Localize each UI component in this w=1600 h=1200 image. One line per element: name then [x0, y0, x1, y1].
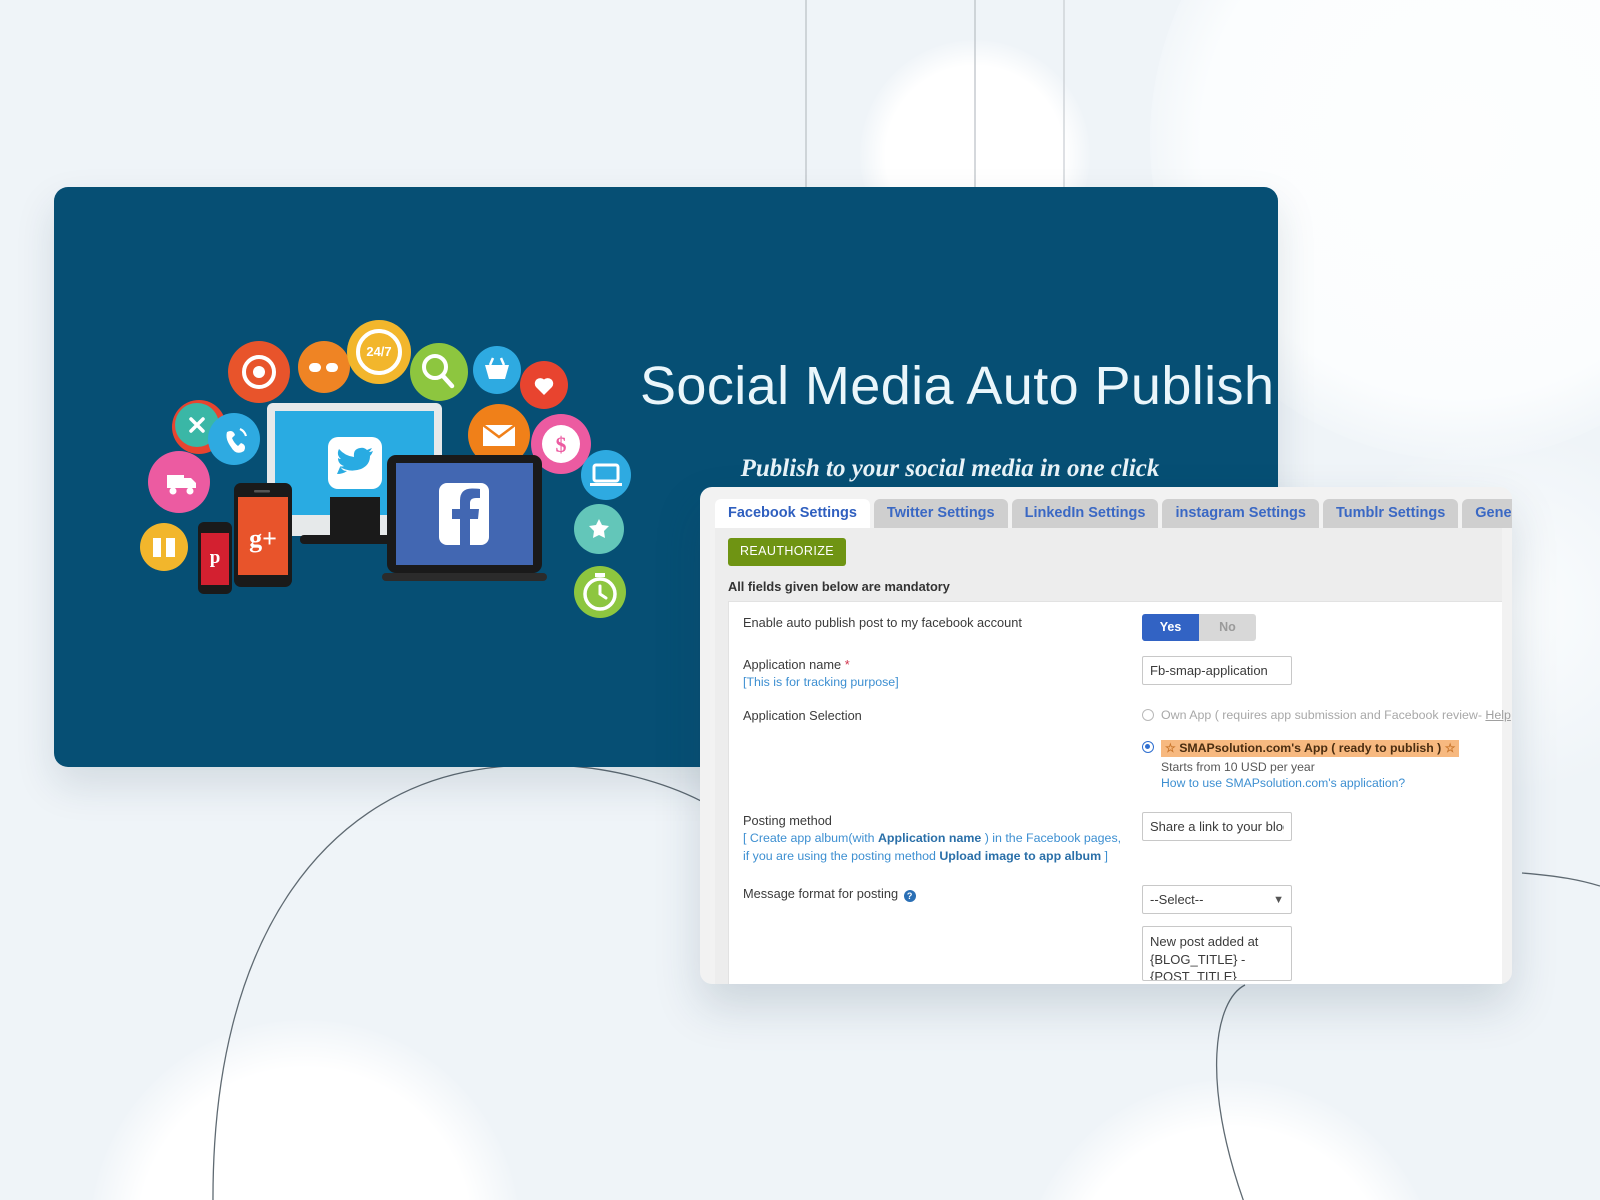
facebook-settings-form: Enable auto publish post to my facebook …: [728, 600, 1511, 984]
message-format-textarea[interactable]: New post added at {BLOG_TITLE} - {POST_T…: [1142, 926, 1292, 982]
application-name-hint: [This is for tracking purpose]: [743, 675, 899, 690]
help-link[interactable]: Help: [1485, 708, 1510, 722]
message-format-label: Message format for posting ?: [743, 885, 1128, 903]
enable-auto-publish-toggle[interactable]: Yes No: [1142, 613, 1256, 641]
message-format-selected-value: --Select--: [1150, 892, 1204, 908]
tab-general-settings[interactable]: General Settings: [1462, 498, 1512, 528]
star-left-icon: ☆: [1165, 741, 1176, 756]
toggle-no[interactable]: No: [1199, 613, 1256, 641]
page-title: Social Media Auto Publish: [640, 356, 1275, 416]
settings-tabs: Facebook Settings Twitter Settings Linke…: [715, 495, 1512, 528]
row-application-selection: Application Selection Own App ( requires…: [729, 707, 1511, 790]
posting-method-input[interactable]: [1142, 812, 1292, 842]
tab-twitter-settings[interactable]: Twitter Settings: [873, 498, 1008, 528]
message-format-label-text: Message format for posting: [743, 886, 899, 902]
posting-method-hint-line2: if you are using the posting method Uplo…: [743, 848, 1128, 866]
own-app-label: Own App ( requires app submission and Fa…: [1161, 708, 1482, 723]
tab-panel-facebook: REAUTHORIZE All fields given below are m…: [715, 528, 1511, 984]
smap-app-label: SMAPsolution.com's App ( ready to publis…: [1179, 741, 1442, 756]
tab-tumblr-settings[interactable]: Tumblr Settings: [1322, 498, 1459, 528]
hint2a: if you are using the posting method: [743, 849, 940, 864]
row-application-name: Application name * [This is for tracking…: [729, 656, 1502, 692]
tab-facebook-settings[interactable]: Facebook Settings: [715, 498, 870, 528]
hint1b: Application name: [877, 831, 982, 846]
message-format-select[interactable]: --Select-- ▼: [1142, 885, 1292, 915]
enable-auto-publish-label: Enable auto publish post to my facebook …: [743, 614, 1022, 630]
svg-text:g+: g+: [249, 524, 277, 553]
social-media-illustration: 24/7 $ g+ p: [140, 320, 631, 618]
toggle-yes[interactable]: Yes: [1142, 613, 1199, 641]
reauthorize-button[interactable]: REAUTHORIZE: [728, 538, 846, 566]
smap-app-howto-link[interactable]: How to use SMAPsolution.com's applicatio…: [1161, 776, 1512, 790]
glasses-icon: [298, 341, 350, 393]
radio-option-smap-app[interactable]: ☆ SMAPsolution.com's App ( ready to publ…: [1142, 739, 1512, 758]
svg-text:24/7: 24/7: [366, 344, 391, 359]
required-marker: *: [844, 657, 850, 672]
smap-app-block: ☆ SMAPsolution.com's App ( ready to publ…: [1161, 739, 1460, 758]
chevron-down-icon: ▼: [1273, 893, 1284, 906]
posting-method-hint-line1: [ Create app album(with Application name…: [743, 830, 1128, 848]
hero-subtitle: Publish to your social media in one clic…: [740, 455, 1160, 482]
star-right-icon: ☆: [1444, 741, 1456, 756]
hint1a: [ Create app album(with: [743, 831, 878, 846]
phone-ring-icon: [208, 413, 260, 465]
hint2b: Upload image to app album: [939, 849, 1102, 864]
posting-method-label: Posting method: [743, 813, 832, 829]
radio-option-own-app[interactable]: Own App ( requires app submission and Fa…: [1142, 707, 1512, 723]
search-icon: [410, 343, 468, 401]
application-selection-label: Application Selection: [743, 708, 862, 724]
mandatory-fields-note: All fields given below are mandatory: [728, 578, 950, 594]
tab-instagram-settings[interactable]: instagram Settings: [1162, 498, 1319, 528]
row-message-format: Message format for posting ? --Select-- …: [729, 885, 1502, 984]
row-enable-auto-publish: Enable auto publish post to my facebook …: [729, 613, 1502, 641]
radio-own-app[interactable]: [1142, 709, 1154, 722]
tab-linkedin-settings[interactable]: LinkedIn Settings: [1011, 498, 1159, 528]
svg-text:$: $: [556, 432, 567, 457]
smap-app-highlight: ☆ SMAPsolution.com's App ( ready to publ…: [1161, 740, 1460, 758]
application-name-label: Application name *: [743, 656, 1128, 674]
hint1c: ) in the Facebook pages,: [981, 831, 1122, 846]
help-icon[interactable]: ?: [903, 890, 916, 903]
application-name-label-text: Application name: [743, 657, 842, 672]
settings-panel: Facebook Settings Twitter Settings Linke…: [700, 487, 1512, 984]
svg-text:p: p: [210, 547, 221, 568]
hint2c: ]: [1101, 849, 1108, 864]
application-name-input[interactable]: [1142, 656, 1292, 685]
laptop-icon: [581, 450, 631, 500]
radio-smap-app[interactable]: [1142, 741, 1154, 754]
row-posting-method: Posting method [ Create app album(with A…: [729, 812, 1502, 866]
smap-app-price-note: Starts from 10 USD per year: [1161, 760, 1315, 775]
own-app-text: Own App ( requires app submission and Fa…: [1161, 707, 1512, 723]
